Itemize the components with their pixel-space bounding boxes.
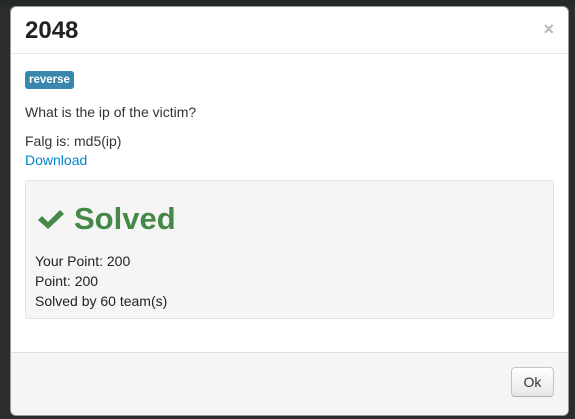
your-point-text: Your Point: 200: [35, 253, 131, 269]
flag-format-text: Falg is: md5(ip): [25, 133, 122, 149]
solved-heading: Solved: [36, 201, 176, 237]
download-link[interactable]: Download: [25, 151, 87, 169]
ok-button[interactable]: Ok: [511, 367, 554, 397]
solved-label: Solved: [74, 201, 176, 236]
solved-by-text: Solved by 60 team(s): [35, 293, 168, 309]
modal-header: 2048 ×: [11, 7, 568, 54]
modal-footer: Ok: [11, 352, 568, 415]
category-tag: reverse: [25, 71, 74, 89]
challenge-modal: 2048 × reverse What is the ip of the vic…: [10, 6, 569, 416]
challenge-question: What is the ip of the victim?: [25, 104, 197, 120]
checkmark-icon: [38, 210, 64, 229]
modal-title: 2048: [25, 17, 79, 44]
point-text: Point: 200: [35, 273, 99, 289]
close-button[interactable]: ×: [543, 20, 554, 38]
solved-status-box: Solved Your Point: 200 Point: 200 Solved…: [25, 180, 554, 319]
